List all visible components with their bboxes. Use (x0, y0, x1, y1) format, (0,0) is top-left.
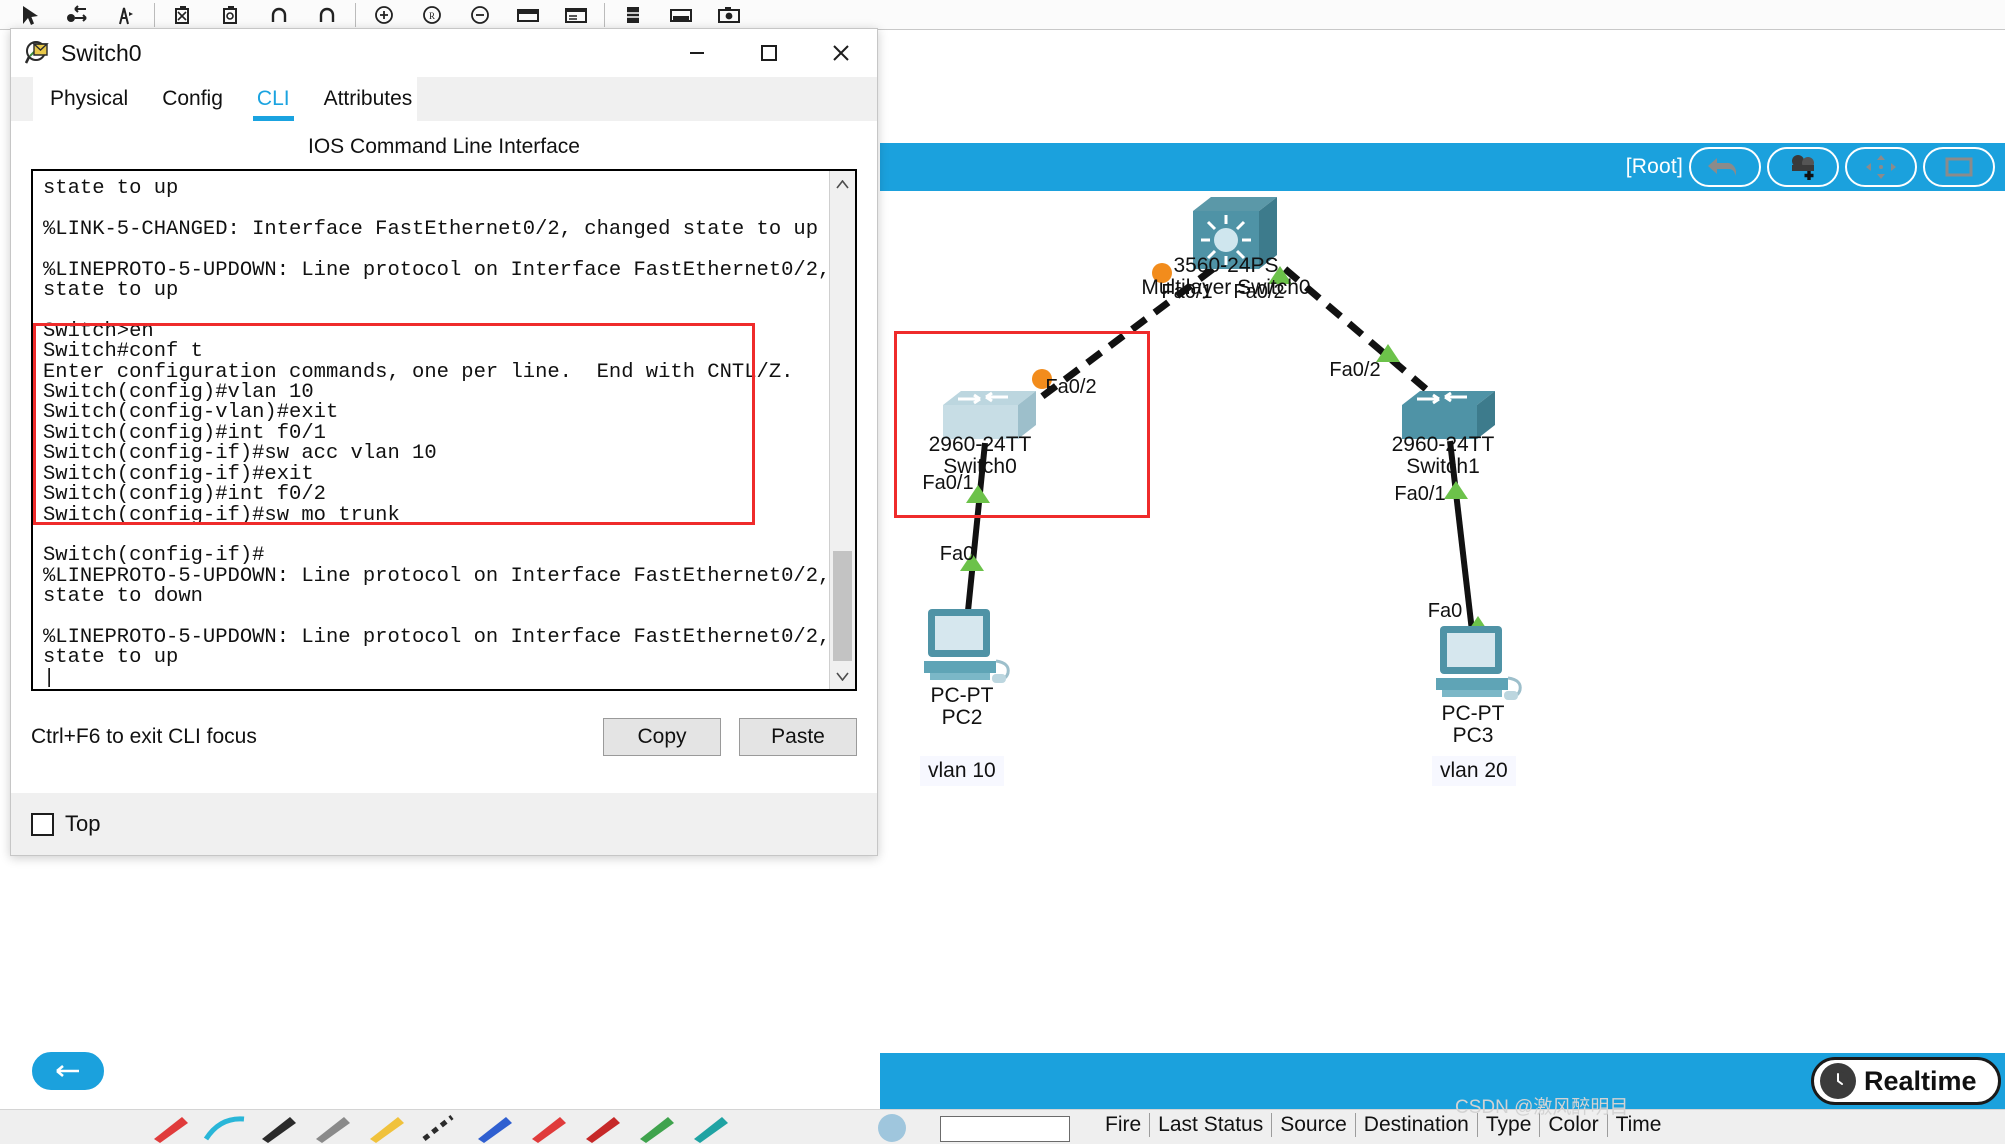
device-icon-pc2 (924, 609, 1008, 683)
port-label-fa02-ml: Fa0/2 (1233, 281, 1284, 304)
back-arrow-icon[interactable] (1689, 147, 1761, 187)
port-label-fa01-ml: Fa0/1 (1161, 281, 1212, 304)
zoom-reset-icon[interactable]: R (408, 1, 456, 29)
note-vlan-10[interactable]: vlan 10 (920, 756, 1004, 786)
redo-icon[interactable] (303, 1, 351, 29)
col-source[interactable]: Source (1272, 1113, 1356, 1137)
tab-attributes[interactable]: Attributes (307, 77, 430, 121)
watermark-text: CSDN @激风醉明目 (1455, 1092, 1628, 1119)
svg-text:R: R (429, 11, 435, 21)
top-checkbox[interactable] (31, 813, 54, 836)
scenario-input[interactable] (940, 1116, 1070, 1142)
scroll-up-icon[interactable] (830, 171, 855, 197)
port-label-fa01-sw1: Fa0/1 (1394, 483, 1445, 506)
place-note-icon[interactable] (102, 1, 150, 29)
port-label-fa01-sw0: Fa0/1 (922, 472, 973, 495)
cli-heading: IOS Command Line Interface (31, 135, 857, 159)
scroll-down-icon[interactable] (830, 663, 855, 689)
cli-scrollbar[interactable] (829, 171, 855, 689)
clock-icon (1820, 1063, 1856, 1099)
pen-dashed-icon[interactable] (418, 1113, 464, 1143)
pen-crimson-icon[interactable] (580, 1113, 626, 1143)
add-cluster-icon[interactable] (1767, 147, 1839, 187)
pen-teal-icon[interactable] (688, 1113, 734, 1143)
copy-button[interactable]: Copy (603, 718, 721, 756)
cli-text-highlighted: Switch>en Switch#conf t Enter configurat… (43, 320, 793, 527)
device-label-pc2: PC-PT PC2 (931, 685, 994, 729)
select-icon[interactable] (6, 1, 54, 29)
port-label-fa0-pc2: Fa0 (940, 543, 974, 566)
drawing-tools-row (148, 1113, 734, 1143)
note-vlan-20[interactable]: vlan 20 (1432, 756, 1516, 786)
zoom-in-icon[interactable] (360, 1, 408, 29)
move-object-icon[interactable] (1845, 147, 1917, 187)
device-icon-pc3 (1436, 626, 1520, 700)
palette-icon[interactable] (504, 1, 552, 29)
device-label-switch1: 2960-24TT Switch1 (1392, 434, 1495, 478)
dialog-tabstrip: Physical Config CLI Attributes (11, 77, 877, 121)
root-breadcrumb: [Root] (1626, 155, 1683, 179)
cli-text-after: Switch(config-if)# %LINEPROTO-5-UPDOWN: … (43, 544, 829, 689)
pen-red2-icon[interactable] (526, 1113, 572, 1143)
tab-config[interactable]: Config (145, 77, 240, 121)
port-label-fa02-sw1: Fa0/2 (1329, 359, 1380, 382)
device-label-pc3: PC-PT PC3 (1442, 703, 1505, 747)
switch-magnifier-icon (25, 40, 51, 66)
device-dialog-switch0: Switch0 Physical Config CLI Attributes I… (10, 28, 878, 856)
realtime-mode-chip[interactable]: Realtime (1811, 1057, 2001, 1105)
cli-terminal-output[interactable]: state to up %LINK-5-CHANGED: Interface F… (33, 171, 829, 689)
network-topology-canvas[interactable]: 3560-24PS Multilayer Switch0 2960-24TT S… (880, 191, 2005, 1053)
pen-grey-icon[interactable] (310, 1113, 356, 1143)
move-layout-icon[interactable] (54, 1, 102, 29)
pen-black-icon[interactable] (256, 1113, 302, 1143)
dialog-footer: Top (11, 793, 877, 855)
link-up-marker (1444, 481, 1468, 499)
dialog-title: Switch0 (61, 40, 661, 67)
pen-blue-icon[interactable] (472, 1113, 518, 1143)
toolbar-divider (154, 3, 155, 27)
port-label-fa0-pc3: Fa0 (1428, 600, 1462, 623)
inspect-icon[interactable] (207, 1, 255, 29)
pen-red-icon[interactable] (148, 1113, 194, 1143)
col-last-status[interactable]: Last Status (1150, 1113, 1272, 1137)
dialog-titlebar[interactable]: Switch0 (11, 29, 877, 77)
custom-devices-icon[interactable] (552, 1, 600, 29)
cli-text-before: state to up %LINK-5-CHANGED: Interface F… (43, 177, 829, 302)
cli-terminal-container[interactable]: state to up %LINK-5-CHANGED: Interface F… (31, 169, 857, 691)
cli-actions-row: Ctrl+F6 to exit CLI focus Copy Paste (31, 691, 857, 769)
realtime-label: Realtime (1864, 1066, 1977, 1097)
toolbar-divider-3 (604, 3, 605, 27)
top-checkbox-label: Top (65, 811, 100, 837)
paste-button[interactable]: Paste (739, 718, 857, 756)
port-label-fa02-sw0: Fa0/2 (1045, 376, 1096, 399)
main-toolbar: R (0, 0, 2005, 30)
capture-icon[interactable] (705, 1, 753, 29)
cli-focus-hint: Ctrl+F6 to exit CLI focus (31, 725, 585, 749)
minimize-icon[interactable] (661, 29, 733, 77)
toolbar-divider-2 (355, 3, 356, 27)
col-fire[interactable]: Fire (1097, 1113, 1150, 1137)
undo-icon[interactable] (255, 1, 303, 29)
workspace-top-bar: [Root] (880, 143, 2005, 191)
scenario-cloud-icon (878, 1114, 906, 1142)
scrollbar-thumb[interactable] (833, 551, 852, 661)
workspace-bottom-bar: Realtime (880, 1053, 2005, 1109)
tab-cli[interactable]: CLI (240, 77, 307, 121)
viewport-icon[interactable] (657, 1, 705, 29)
set-tiled-icon[interactable] (1923, 147, 1995, 187)
tab-physical[interactable]: Physical (33, 77, 145, 121)
cli-panel: IOS Command Line Interface state to up %… (11, 121, 877, 793)
close-icon[interactable] (805, 29, 877, 77)
pen-green-icon[interactable] (634, 1113, 680, 1143)
pen-yellow-icon[interactable] (364, 1113, 410, 1143)
zoom-out-icon[interactable] (456, 1, 504, 29)
pen-cyan-icon[interactable] (202, 1113, 248, 1143)
tier-icon[interactable] (609, 1, 657, 29)
workspace-scroll-left-button[interactable] (30, 1050, 106, 1092)
device-icon-switch1 (1402, 391, 1495, 439)
maximize-icon[interactable] (733, 29, 805, 77)
delete-icon[interactable] (159, 1, 207, 29)
